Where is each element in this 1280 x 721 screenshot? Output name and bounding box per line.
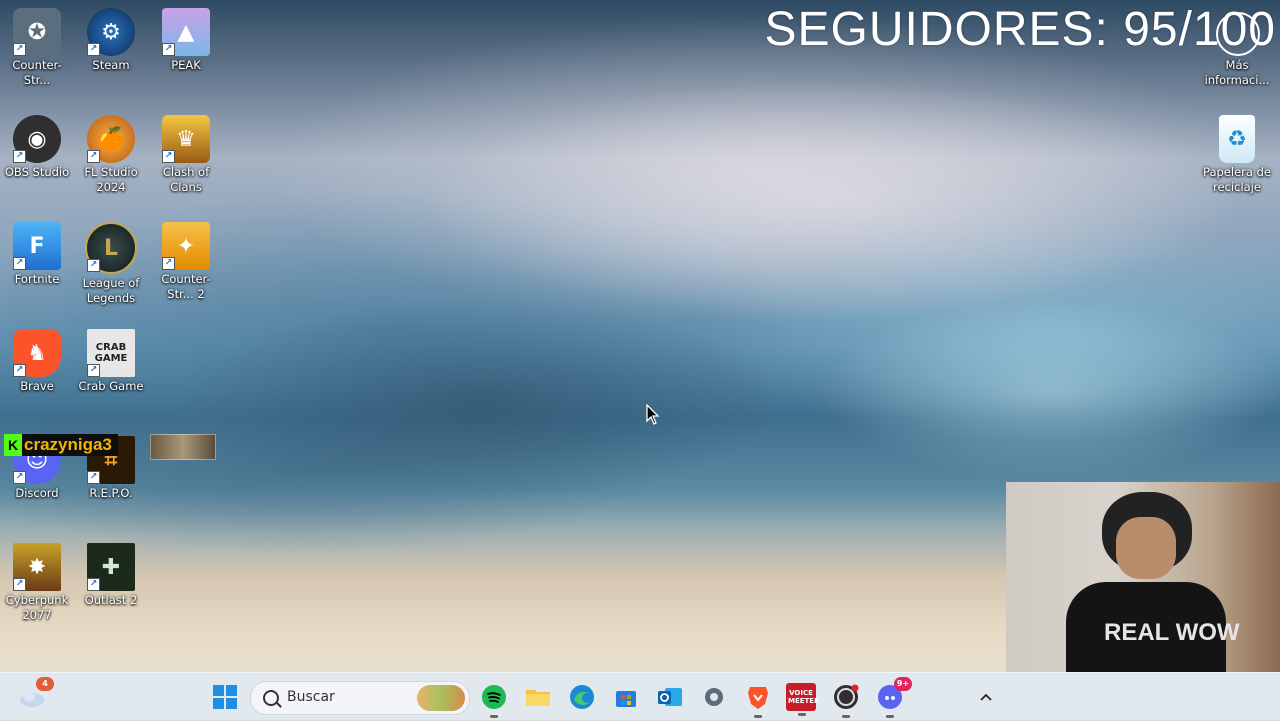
crab-game-icon: CRAB GAME ↗ (87, 329, 135, 377)
taskbar-brave[interactable] (742, 681, 774, 718)
brave-icon (748, 687, 768, 709)
kick-username-overlay: K crazyniga3 (4, 434, 118, 456)
folder-icon (526, 690, 550, 706)
webcam-person-face (1116, 517, 1176, 579)
start-button[interactable] (209, 681, 241, 713)
desktop-icon-counter-strike-2[interactable]: ✦ ↗ Counter-Str... 2 (149, 222, 223, 302)
desktop-icon-label: Discord (15, 486, 59, 500)
desktop-icon-obs-studio[interactable]: ◉ ↗ OBS Studio (0, 115, 74, 180)
discord-notification-badge: 9+ (894, 677, 912, 691)
running-indicator (842, 715, 850, 718)
desktop-icon-label: Más informaci... (1204, 58, 1270, 87)
desktop-icon-label: Counter-Str... 2 (161, 272, 211, 301)
desktop-icon-label: PEAK (171, 58, 201, 72)
taskbar-obs[interactable] (830, 681, 862, 718)
desktop-icon-label: Counter-Str... (12, 58, 62, 87)
windows-logo-icon (213, 685, 237, 709)
steam-icon: ⚙ ↗ (87, 8, 135, 56)
kick-username: crazyniga3 (24, 435, 112, 454)
desktop-icon-fortnite[interactable]: F ↗ Fortnite (0, 222, 74, 287)
desktop-icon-label: Brave (20, 379, 54, 393)
desktop-icon-brave[interactable]: ♞ ↗ Brave (0, 329, 74, 394)
desktop-icon-label: OBS Studio (4, 165, 70, 179)
mouse-cursor-icon (646, 404, 660, 425)
running-indicator (754, 715, 762, 718)
store-icon (616, 691, 636, 707)
desktop-icon-fl-studio[interactable]: 🍊 ↗ FL Studio 2024 (74, 115, 148, 195)
chevron-up-icon (980, 693, 992, 701)
desktop-icon-label: Papelera de reciclaje (1203, 165, 1271, 194)
gear-icon (705, 688, 723, 706)
desktop-icon-clash-of-clans[interactable]: ♛ ↗ Clash of Clans (149, 115, 223, 195)
running-indicator (798, 713, 806, 716)
taskbar-edge[interactable] (566, 681, 598, 713)
desktop-icon-recycle-bin[interactable]: ♻ Papelera de reciclaje (1200, 115, 1274, 195)
desktop-icon-outlast-2[interactable]: ✚ ↗ Outlast 2 (74, 543, 148, 608)
obs-icon (834, 684, 859, 709)
counter-strike-2-icon: ✦ ↗ (162, 222, 210, 270)
fl-studio-icon: 🍊 ↗ (87, 115, 135, 163)
voicemeeter-label: VOICE MEETER (788, 689, 820, 705)
running-indicator (490, 715, 498, 718)
desktop-icon-counter-strike[interactable]: ✪ ↗ Counter-Str... (0, 8, 74, 88)
counter-strike-icon: ✪ ↗ (13, 8, 61, 56)
desktop-icon-label: Fortnite (14, 272, 60, 286)
show-hidden-icons-button[interactable] (970, 681, 1002, 713)
edge-icon (570, 685, 594, 709)
running-indicator (886, 715, 894, 718)
desktop-icon-label: Clash of Clans (162, 165, 210, 194)
clash-of-clans-icon: ♛ ↗ (162, 115, 210, 163)
weather-badge: 4 (36, 677, 54, 691)
fortnite-icon: F ↗ (13, 222, 61, 270)
spotify-icon (482, 685, 506, 709)
search-placeholder: Buscar (287, 689, 335, 705)
obs-icon: ◉ ↗ (13, 115, 61, 163)
recycle-bin-icon: ♻ (1219, 115, 1255, 163)
league-of-legends-icon: L ↗ (85, 222, 137, 274)
taskbar-voicemeeter[interactable]: VOICE MEETER (786, 683, 820, 716)
taskbar-search-box[interactable]: Buscar (250, 681, 470, 715)
desktop-icon-label: League of Legends (82, 276, 140, 305)
desktop-icon-label: FL Studio 2024 (84, 165, 138, 194)
dune-ice (820, 300, 1280, 480)
overlay-thumbnail (150, 434, 216, 460)
kick-logo-icon: K (4, 434, 22, 456)
desktop-icon-league-of-legends[interactable]: L ↗ League of Legends (74, 222, 148, 306)
search-highlight-image (417, 685, 465, 711)
taskbar-settings[interactable] (698, 681, 730, 713)
desktop-icon-label: Cyberpunk 2077 (5, 593, 69, 622)
weather-widget-button[interactable]: 4 (16, 677, 54, 713)
desktop-icon-crab-game[interactable]: CRAB GAME ↗ Crab Game (74, 329, 148, 394)
brave-icon: ♞ ↗ (13, 329, 61, 377)
outlast-2-icon: ✚ ↗ (87, 543, 135, 591)
taskbar-file-explorer[interactable] (522, 681, 554, 713)
taskbar: 4 Buscar VOICE MEETER 9+ (0, 672, 1280, 721)
taskbar-discord[interactable]: 9+ (874, 677, 912, 718)
desktop-icon-cyberpunk-2077[interactable]: ✸ ↗ Cyberpunk 2077 (0, 543, 74, 623)
webcam-feed: REAL WOW (1006, 482, 1280, 672)
desktop-icon-label: Steam (92, 58, 130, 72)
desktop-icon-label: R.E.P.O. (89, 486, 133, 500)
outlook-icon (658, 688, 682, 706)
webcam-shirt-text: REAL WOW (1104, 619, 1240, 646)
cyberpunk-icon: ✸ ↗ (13, 543, 61, 591)
dune-shadow (180, 300, 780, 500)
taskbar-microsoft-store[interactable] (610, 681, 642, 713)
search-icon (263, 690, 279, 706)
desktop-icon-peak[interactable]: ▲ ↗ PEAK (149, 8, 223, 73)
desktop-icon-label: Crab Game (78, 379, 144, 393)
dune-highlight (420, 80, 1240, 320)
camera-info-icon (1216, 12, 1260, 56)
desktop-icon-label: Outlast 2 (84, 593, 138, 607)
desktop-icon-steam[interactable]: ⚙ ↗ Steam (74, 8, 148, 73)
peak-icon: ▲ ↗ (162, 8, 210, 56)
taskbar-outlook[interactable] (654, 681, 686, 713)
taskbar-spotify[interactable] (478, 681, 510, 718)
